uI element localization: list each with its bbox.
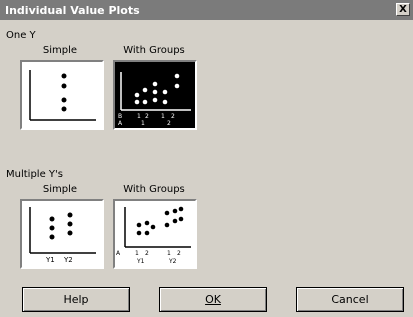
- svg-text:1: 1: [135, 250, 139, 257]
- plot-thumb-multi-groups[interactable]: A 1 2 Y1 1 2 Y2: [113, 199, 197, 269]
- svg-text:2: 2: [145, 113, 149, 120]
- plot-thumb-oney-groups[interactable]: B 1 2 1 2 A 1 2: [113, 60, 197, 130]
- close-button[interactable]: X: [396, 3, 410, 16]
- svg-text:1: 1: [161, 113, 165, 120]
- svg-text:B: B: [118, 113, 122, 120]
- svg-text:1: 1: [141, 120, 145, 127]
- option-label-multi-groups: With Groups: [123, 184, 185, 195]
- svg-text:Y1: Y1: [136, 258, 145, 265]
- option-label-oney-groups: With Groups: [123, 45, 185, 56]
- svg-text:A: A: [116, 250, 121, 257]
- ok-button-label: OK: [205, 293, 221, 306]
- svg-text:1: 1: [137, 113, 141, 120]
- cancel-button[interactable]: Cancel: [296, 287, 404, 312]
- option-label-oney-simple: Simple: [42, 45, 78, 56]
- cancel-button-label: Cancel: [331, 293, 369, 306]
- svg-text:1: 1: [167, 250, 171, 257]
- group-label-one-y: One Y: [6, 30, 36, 41]
- svg-text:2: 2: [145, 250, 149, 257]
- title-bar: Individual Value Plots X: [0, 0, 413, 20]
- svg-text:Y1: Y1: [45, 256, 55, 264]
- ok-button[interactable]: OK: [159, 287, 267, 312]
- svg-text:2: 2: [167, 120, 171, 127]
- plot-thumb-multi-simple[interactable]: Y1 Y2: [20, 199, 104, 269]
- svg-text:A: A: [118, 120, 123, 127]
- multi-simple-plot-icon: Y1 Y2: [29, 207, 96, 264]
- svg-text:2: 2: [171, 113, 175, 120]
- svg-text:Y2: Y2: [168, 258, 177, 265]
- plot-thumb-oney-simple[interactable]: [20, 60, 104, 130]
- close-icon: X: [399, 4, 407, 15]
- window-title: Individual Value Plots: [5, 4, 140, 17]
- group-label-multiple-y: Multiple Y's: [6, 169, 63, 180]
- svg-text:2: 2: [177, 250, 181, 257]
- help-button[interactable]: Help: [22, 287, 130, 312]
- help-button-label: Help: [63, 293, 89, 306]
- oney-simple-plot-icon: [29, 70, 96, 121]
- svg-text:Y2: Y2: [63, 256, 73, 264]
- oney-groups-plot-icon: B 1 2 1 2 A 1 2: [118, 72, 191, 127]
- option-label-multi-simple: Simple: [42, 184, 78, 195]
- multi-groups-plot-icon: A 1 2 Y1 1 2 Y2: [116, 206, 191, 265]
